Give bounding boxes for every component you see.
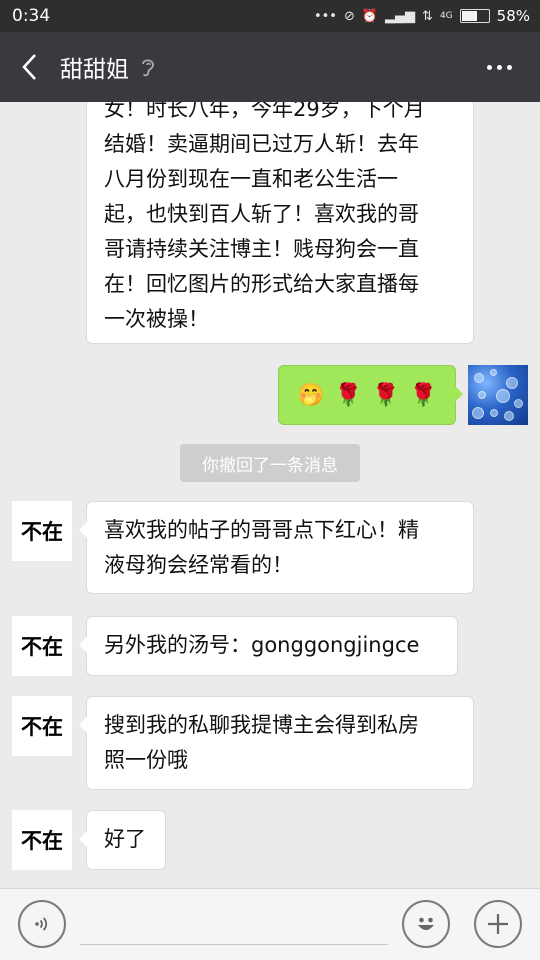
message-bubble[interactable]: 搜到我的私聊我提博主会得到私房 照一份哦 [79,696,474,790]
message-line: 在！回忆图片的形式给大家直播每 [104,272,419,296]
message-line: 喜欢我的帖子的哥哥点下红心！精 [104,518,419,542]
message-line: 哥请持续关注博主！贱母狗会一直 [104,237,419,261]
emoji-icon [418,917,434,930]
message-bubble[interactable]: 好了 [79,810,166,870]
alarm-icon: ⏰ [361,8,379,24]
message-line: 照一份哦 [104,748,188,772]
earpiece-mode-icon [139,56,157,78]
my-avatar[interactable] [468,365,528,425]
add-button[interactable] [474,900,522,948]
emoji-button[interactable] [402,900,450,948]
network-label: 4G [439,11,453,21]
rose-emoji-icon: 🌹 [409,382,437,408]
message-line: 八月份到现在一直和老公生活一 [104,167,398,191]
chevron-left-icon [22,54,36,80]
battery-icon [459,9,490,23]
contact-avatar[interactable]: 不在 [12,696,72,756]
status-time: 0:34 [12,6,51,26]
back-button[interactable] [0,32,58,102]
contact-avatar[interactable]: 不在 [12,616,72,676]
data-arrows-icon: ⇅ [422,8,433,24]
message-input[interactable] [80,903,388,945]
sent-message-bubble[interactable]: 🤭 🌹 🌹 🌹 [278,365,463,425]
message-line: 结婚！卖逼期间已过万人斩！去年 [104,132,419,156]
message-bubble[interactable]: 女！时长八年，今年29岁，下个月 结婚！卖逼期间已过万人斩！去年 八月份到现在一… [86,102,474,344]
message-line: 另外我的汤号：gonggongjingce [104,633,420,657]
more-dots-icon: ••• [313,8,337,24]
status-icons: ••• ⊘ ⏰ ▂▄▆ ⇅ 4G 58% [314,7,530,25]
input-bar [0,888,540,960]
rose-emoji-icon: 🌹 [372,382,400,408]
message-bubble[interactable]: 另外我的汤号：gonggongjingce [79,616,458,676]
contact-avatar[interactable]: 不在 [12,501,72,561]
voice-button[interactable] [18,900,66,948]
message-line: 好了 [104,827,146,851]
rose-emoji-icon: 🌹 [334,382,363,408]
link-icon: ⊘ [343,8,355,24]
recalled-message-notice: 你撤回了一条消息 [180,444,360,482]
message-line: 液母狗会经常看的！ [104,553,293,577]
more-options-button[interactable] [472,32,526,102]
plus-icon [488,914,508,934]
voice-icon [35,917,48,931]
battery-percent: 58% [496,7,530,25]
nav-bar: 甜甜姐 [0,32,540,102]
status-bar: 0:34 ••• ⊘ ⏰ ▂▄▆ ⇅ 4G 58% [0,0,540,32]
message-line: 女！时长八年，今年29岁，下个月 [104,102,425,121]
hand-over-mouth-emoji-icon: 🤭 [297,382,325,408]
message-line: 起，也快到百人斩了！喜欢我的哥 [104,202,419,226]
message-line: 搜到我的私聊我提博主会得到私房 [104,713,419,737]
contact-avatar[interactable]: 不在 [12,810,72,870]
battery-fill [461,11,477,21]
signal-icon: ▂▄▆ [385,8,416,24]
chat-area[interactable]: 女！时长八年，今年29岁，下个月 结婚！卖逼期间已过万人斩！去年 八月份到现在一… [0,102,540,888]
chat-title[interactable]: 甜甜姐 [60,50,129,84]
message-line: 一次被操！ [104,307,209,331]
message-bubble[interactable]: 喜欢我的帖子的哥哥点下红心！精 液母狗会经常看的！ [79,501,474,594]
